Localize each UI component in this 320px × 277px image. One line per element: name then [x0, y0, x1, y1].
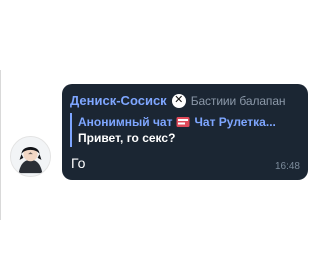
- left-edge-divider: [0, 70, 1, 220]
- message-header: Дениск-Сосиск ✕ Бастиии балапан: [70, 93, 286, 108]
- message-bubble[interactable]: Дениск-Сосиск ✕ Бастиии балапан Анонимны…: [62, 84, 308, 180]
- close-badge-icon: ✕: [171, 93, 186, 108]
- reply-source: Анонимный чат Чат Рулетка...: [78, 113, 276, 130]
- message-text: Го: [71, 155, 86, 171]
- reply-source-left: Анонимный чат: [78, 114, 173, 129]
- message-time: 16:48: [274, 161, 300, 172]
- sender-name[interactable]: Дениск-Сосиск: [70, 93, 167, 108]
- reply-preview[interactable]: Анонимный чат Чат Рулетка... Привет, го …: [70, 113, 276, 147]
- sender-title: Бастиии балапан: [190, 93, 286, 108]
- avatar[interactable]: [10, 136, 51, 177]
- chat-icon: [176, 116, 190, 128]
- reply-text: Привет, го секс?: [78, 131, 176, 145]
- reply-source-right: Чат Рулетка...: [194, 114, 276, 129]
